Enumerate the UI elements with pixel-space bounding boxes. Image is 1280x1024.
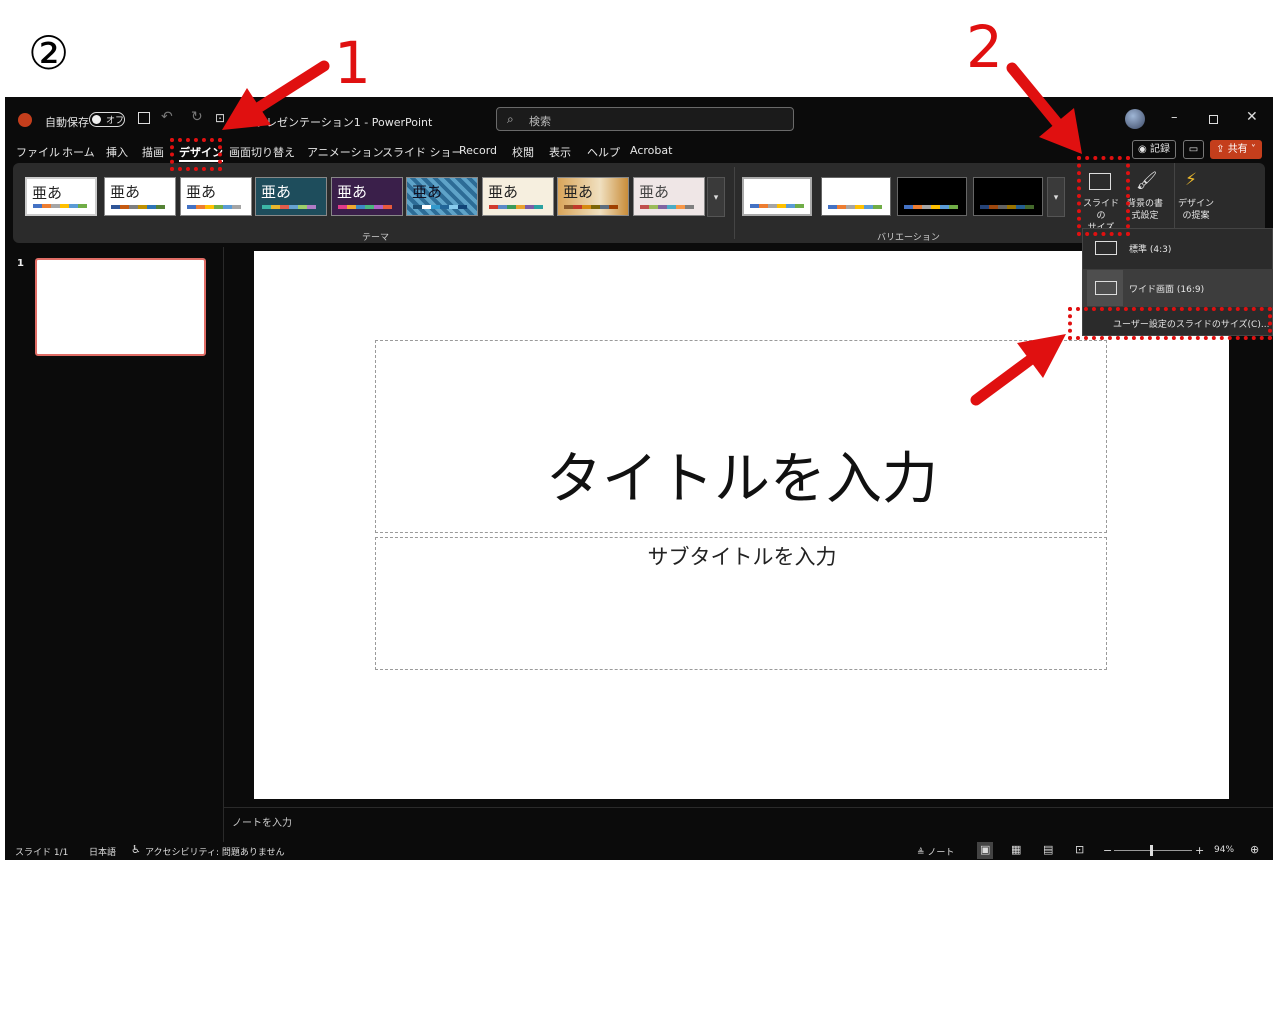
arrow-3 bbox=[970, 334, 1066, 406]
arrow-1 bbox=[222, 60, 330, 130]
annotation-arrows bbox=[222, 60, 1082, 406]
arrow-2 bbox=[1006, 62, 1082, 154]
